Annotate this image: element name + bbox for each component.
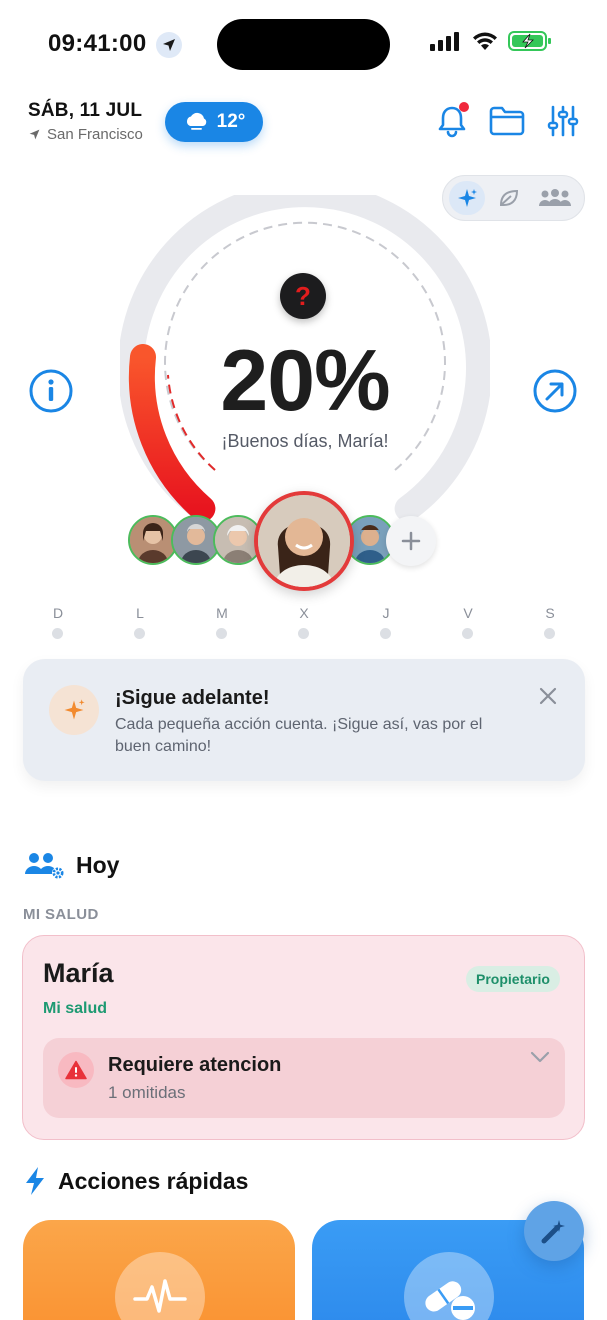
group-icon	[539, 189, 571, 206]
dynamic-island	[217, 19, 390, 70]
current-location: San Francisco	[28, 126, 143, 143]
bolt-icon	[24, 1166, 46, 1201]
section-title-quick-actions: Acciones rápidas	[58, 1168, 249, 1194]
info-button[interactable]	[28, 368, 74, 414]
expand-button[interactable]	[529, 1050, 551, 1070]
settings-sliders-button[interactable]	[544, 102, 582, 140]
signal-icon	[430, 32, 459, 51]
warning-icon	[65, 1060, 87, 1080]
weekday-dot[interactable]	[134, 628, 145, 639]
dismiss-button[interactable]	[535, 683, 561, 709]
plus-icon	[401, 531, 421, 551]
files-button[interactable]	[488, 102, 526, 140]
warning-badge	[58, 1052, 94, 1088]
floating-action-button[interactable]	[524, 1201, 584, 1261]
family-avatar-maria-selected[interactable]	[254, 491, 354, 591]
attention-row[interactable]: Requiere atencion 1 omitidas	[43, 1038, 565, 1118]
current-date: SÁB, 11 JUL	[28, 100, 143, 121]
member-subtitle: Mi salud	[43, 1000, 108, 1017]
heart-rate-icon	[133, 1279, 187, 1313]
attention-subtitle: 1 omitidas	[108, 1083, 186, 1102]
progress-percent: 20%	[220, 333, 390, 429]
family-settings-icon	[24, 850, 66, 885]
arrow-up-right-circle-icon	[533, 369, 577, 413]
quick-action-icon-wrap	[115, 1252, 205, 1320]
open-detail-button[interactable]	[532, 368, 578, 414]
person-icon	[130, 517, 176, 563]
weather-temp: 12°	[216, 111, 246, 132]
section-label-my-health: MI SALUD	[23, 906, 99, 923]
weather-button[interactable]: 12°	[165, 102, 263, 142]
wifi-icon	[473, 32, 497, 50]
mode-leaf[interactable]	[491, 181, 527, 215]
add-family-member-button[interactable]	[386, 516, 436, 566]
weekday-label: L	[136, 605, 144, 621]
quick-action-icon-wrap	[404, 1252, 494, 1320]
status-time: 09:41:00	[48, 30, 147, 57]
notifications-button[interactable]	[433, 102, 471, 140]
weekday-dot[interactable]	[298, 628, 309, 639]
close-icon	[539, 687, 557, 705]
weekday-label: M	[216, 605, 228, 621]
cloud-icon	[186, 112, 206, 130]
weekday-dot[interactable]	[544, 628, 555, 639]
location-arrow-icon	[156, 32, 182, 58]
member-name: María	[43, 958, 114, 988]
weekday-label: J	[382, 605, 390, 621]
motivation-card: ¡Sigue adelante! Cada pequeña acción cue…	[23, 659, 585, 781]
person-icon	[258, 495, 350, 587]
status-icons	[430, 30, 552, 52]
weekday-dot[interactable]	[462, 628, 473, 639]
folder-icon	[489, 106, 525, 136]
battery-icon	[508, 31, 551, 51]
motivation-text: Cada pequeña acción cuenta. ¡Sigue así, …	[115, 716, 483, 755]
info-icon	[29, 369, 73, 413]
health-card-maria[interactable]: María Mi salud Propietario Requiere aten…	[22, 935, 585, 1140]
weekday-dot[interactable]	[216, 628, 227, 639]
weekday-label: V	[463, 605, 473, 621]
motivation-title: ¡Sigue adelante!	[115, 687, 270, 709]
section-title-today: Hoy	[76, 852, 120, 878]
pill-icon	[425, 1281, 475, 1320]
weekday-dot[interactable]	[380, 628, 391, 639]
location-arrow-icon	[29, 129, 40, 140]
greeting: ¡Buenos días, María!	[221, 431, 389, 451]
sliders-icon	[547, 105, 579, 137]
motivation-sparkle-badge	[49, 685, 99, 735]
magic-wand-icon	[541, 1220, 565, 1244]
weekday-label: X	[299, 605, 309, 621]
quick-action-vitals[interactable]	[23, 1220, 295, 1320]
mode-family[interactable]	[533, 181, 577, 215]
attention-title: Requiere atencion	[108, 1054, 282, 1076]
weekday-label: D	[52, 605, 64, 621]
sparkle-icon	[64, 699, 85, 720]
weekday-label: S	[545, 605, 555, 621]
notification-badge	[459, 102, 469, 112]
weekday-dot[interactable]	[52, 628, 63, 639]
chevron-down-icon	[530, 1051, 550, 1063]
leaf-icon	[499, 189, 519, 206]
city-label: San Francisco	[47, 126, 143, 143]
help-badge[interactable]: ?	[280, 273, 326, 319]
owner-badge: Propietario	[466, 966, 560, 992]
